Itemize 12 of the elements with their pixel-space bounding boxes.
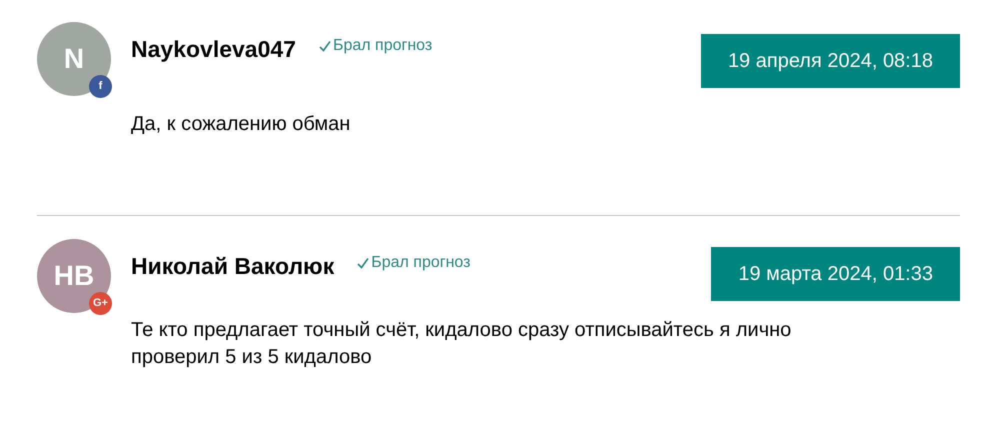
- check-icon: [357, 257, 370, 269]
- date-badge: 19 апреля 2024, 08:18: [700, 34, 960, 88]
- check-icon: [318, 40, 331, 52]
- author-name: Николай Ваколюк: [131, 252, 334, 281]
- date-badge: 19 марта 2024, 01:33: [711, 247, 960, 301]
- author-name: Naykovleva047: [131, 35, 296, 64]
- comment-text: Те кто предлагает точный счёт, кидалово сразу отписывайтесь я лично проверил 5 из 5 кидалово: [131, 318, 792, 370]
- comment-text: Да, к сожалению обман: [131, 112, 352, 137]
- verified-label: Брал прогноз: [357, 251, 470, 275]
- social-badge: G+: [89, 292, 112, 315]
- verified-label: Брал прогноз: [318, 34, 432, 58]
- social-badge: f: [89, 75, 112, 98]
